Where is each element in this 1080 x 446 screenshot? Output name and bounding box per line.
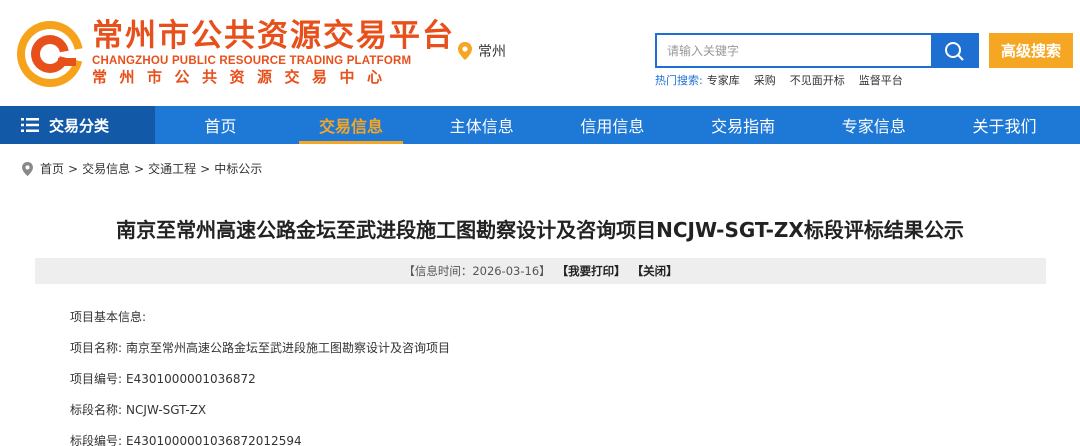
section-heading: 项目基本信息:: [70, 302, 450, 333]
breadcrumb-separator: >: [134, 161, 145, 176]
hot-search-item[interactable]: 监督平台: [859, 72, 903, 88]
nav-item-trade-info[interactable]: 交易信息: [286, 106, 417, 144]
nav-item-credit-info[interactable]: 信用信息: [547, 106, 678, 144]
field-label: 项目编号:: [70, 372, 123, 386]
page-title: 南京至常州高速公路金坛至武进段施工图勘察设计及咨询项目NCJW-SGT-ZX标段…: [116, 218, 964, 242]
nav-items: 首页 交易信息 主体信息 信用信息 交易指南 专家信息 关于我们: [155, 106, 1080, 144]
field-value: E4301000001036872: [126, 372, 256, 386]
advanced-search-button[interactable]: 高级搜索: [989, 33, 1073, 68]
search-input[interactable]: [657, 35, 931, 66]
breadcrumb-item-traffic[interactable]: 交通工程: [148, 160, 196, 177]
location-pin-icon: [22, 161, 33, 176]
location-selector[interactable]: 常州: [458, 41, 506, 61]
breadcrumb: 首页 > 交易信息 > 交通工程 > 中标公示: [22, 160, 262, 177]
search-icon: [945, 41, 964, 61]
info-row: 标段编号: E4301000001036872012594: [70, 426, 450, 446]
breadcrumb-separator: >: [68, 161, 79, 176]
nav-item-entity-info[interactable]: 主体信息: [416, 106, 547, 144]
nav-item-home[interactable]: 首页: [155, 106, 286, 144]
main-nav: 交易分类 首页 交易信息 主体信息 信用信息 交易指南 专家信息 关于我们: [0, 106, 1080, 144]
nav-category-button[interactable]: 交易分类: [0, 106, 155, 144]
platform-logo-icon[interactable]: [14, 18, 86, 90]
field-label: 标段编号:: [70, 434, 123, 446]
menu-icon: [21, 118, 39, 132]
nav-item-about-us[interactable]: 关于我们: [939, 106, 1070, 144]
nav-item-expert-info[interactable]: 专家信息: [808, 106, 939, 144]
section-heading-text: 项目基本信息:: [70, 310, 147, 324]
search-button[interactable]: [931, 35, 977, 66]
breadcrumb-item-trade-info[interactable]: 交易信息: [82, 160, 130, 177]
brand-name-sub: 常州市公共资源交易中心: [92, 68, 395, 86]
info-row: 标段名称: NCJW-SGT-ZX: [70, 395, 450, 426]
info-time: 【信息时间：2026-03-16】: [403, 264, 551, 278]
location-city: 常州: [478, 44, 506, 60]
hot-search-item[interactable]: 采购: [754, 72, 776, 88]
nav-category-label: 交易分类: [49, 116, 110, 135]
site-header: 常州市公共资源交易平台 CHANGZHOU PUBLIC RESOURCE TR…: [0, 0, 1080, 106]
hot-search-item[interactable]: 不见面开标: [790, 72, 845, 88]
hot-search-label: 热门搜索:: [655, 74, 703, 87]
article-content: 项目基本信息: 项目名称: 南京至常州高速公路金坛至武进段施工图勘察设计及咨询项目…: [70, 302, 450, 446]
field-value: 南京至常州高速公路金坛至武进段施工图勘察设计及咨询项目: [126, 341, 451, 355]
brand-name-cn: 常州市公共资源交易平台: [92, 18, 455, 54]
field-value: NCJW-SGT-ZX: [126, 403, 207, 417]
info-row: 项目编号: E4301000001036872: [70, 364, 450, 395]
nav-item-trade-guide[interactable]: 交易指南: [678, 106, 809, 144]
search-box: [655, 33, 979, 68]
print-button[interactable]: 【我要打印】: [557, 263, 626, 279]
field-label: 标段名称:: [70, 403, 123, 417]
article-meta-bar: 【信息时间：2026-03-16】 【我要打印】 【关闭】: [35, 258, 1046, 284]
close-button[interactable]: 【关闭】: [632, 263, 678, 279]
field-value: E4301000001036872012594: [126, 434, 302, 446]
brand-block[interactable]: 常州市公共资源交易平台 CHANGZHOU PUBLIC RESOURCE TR…: [92, 18, 455, 86]
location-pin-icon: [458, 42, 472, 60]
breadcrumb-separator: >: [200, 161, 211, 176]
info-row: 项目名称: 南京至常州高速公路金坛至武进段施工图勘察设计及咨询项目: [70, 333, 450, 364]
breadcrumb-item-award-notice[interactable]: 中标公示: [214, 160, 262, 177]
hot-search: 热门搜索: 专家库 采购 不见面开标 监督平台: [655, 72, 903, 88]
breadcrumb-item-home[interactable]: 首页: [40, 160, 64, 177]
hot-search-item[interactable]: 专家库: [707, 72, 740, 88]
field-label: 项目名称:: [70, 341, 123, 355]
brand-name-en: CHANGZHOU PUBLIC RESOURCE TRADING PLATFO…: [92, 55, 412, 67]
